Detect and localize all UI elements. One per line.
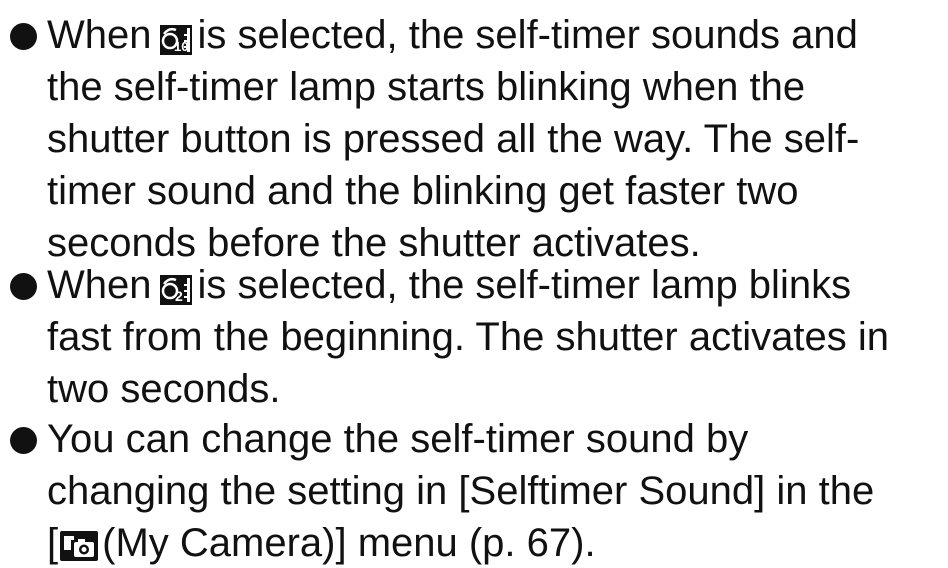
line-text-post: is selected, the self-timer sounds and <box>197 13 858 57</box>
text-line: [ (My Camera)] menu (p. 67). <box>47 518 596 568</box>
text-line: When 2 is selected, the self-timer lamp … <box>47 260 851 310</box>
svg-text:2: 2 <box>175 288 183 304</box>
line-text-post: (My Camera)] menu (p. 67). <box>102 521 596 565</box>
text-line: timer sound and the blinking get faster … <box>47 169 799 213</box>
self-timer-2s-icon: 2 <box>159 275 192 305</box>
text-line: two seconds. <box>47 367 281 411</box>
bullet-dot <box>10 427 37 454</box>
manual-page: When 10 is selected, the self-timer soun… <box>0 0 948 565</box>
bullet-dot <box>10 23 37 50</box>
text-line: When 10 is selected, the self-timer soun… <box>47 10 858 60</box>
text-line: the self-timer lamp starts blinking when… <box>47 65 806 109</box>
line-text-pre: When <box>47 13 152 57</box>
text-line: fast from the beginning. The shutter act… <box>47 315 889 359</box>
line-text-pre: When <box>47 263 152 307</box>
bullet-dot <box>10 273 37 300</box>
text-line: changing the setting in [Selftimer Sound… <box>47 469 875 513</box>
self-timer-10s-icon: 10 <box>159 25 192 55</box>
text-line: You can change the self-timer sound by <box>47 417 749 461</box>
my-camera-icon <box>58 530 100 562</box>
line-text-post: is selected, the self-timer lamp blinks <box>197 263 852 307</box>
text-line: shutter button is pressed all the way. T… <box>47 117 860 161</box>
line-text-pre: [ <box>47 521 59 565</box>
